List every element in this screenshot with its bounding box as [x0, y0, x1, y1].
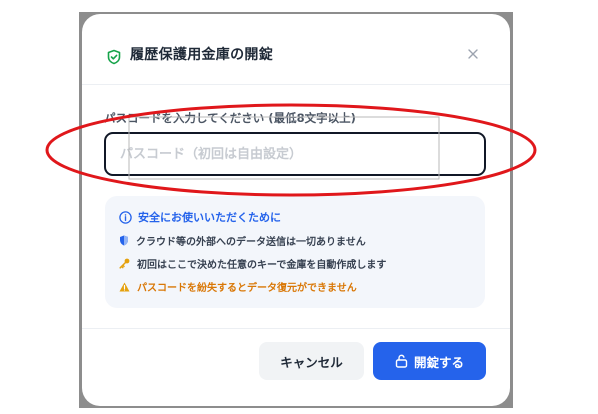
info-item-warning: パスコードを紛失するとデータ復元ができません	[119, 279, 357, 294]
info-item-text: パスコードを紛失するとデータ復元ができません	[137, 283, 357, 294]
passcode-input[interactable]	[104, 132, 486, 176]
info-heading: 安全にお使いいただくために	[119, 209, 281, 225]
key-icon	[119, 258, 130, 269]
dialog-header: 履歴保護用金庫の開錠	[82, 14, 510, 85]
shield-check-icon	[107, 49, 121, 65]
info-item-auto-create: 初回はここで決めた任意のキーで金庫を自動作成します	[119, 256, 386, 271]
info-heading-text: 安全にお使いいただくために	[138, 211, 281, 224]
unlock-dialog: 履歴保護用金庫の開錠 パスコードを入力してください (最低8文字以上) 安全にお…	[82, 14, 510, 406]
shield-half-icon	[120, 235, 128, 246]
unlock-button[interactable]: 開錠する	[373, 342, 486, 380]
warning-icon	[119, 282, 130, 291]
dialog-title: 履歴保護用金庫の開錠	[130, 47, 273, 63]
cancel-button[interactable]: キャンセル	[259, 342, 364, 380]
info-item-text: 初回はここで決めた任意のキーで金庫を自動作成します	[137, 260, 387, 271]
security-info-box: 安全にお使いいただくために クラウド等の外部へのデータ送信は一切ありません 初回…	[105, 196, 485, 308]
cancel-button-label: キャンセル	[280, 354, 343, 370]
unlock-button-label: 開錠する	[413, 354, 464, 370]
info-item-text: クラウド等の外部へのデータ送信は一切ありません	[136, 237, 366, 248]
info-icon	[119, 210, 132, 224]
unlock-icon	[395, 354, 408, 368]
passcode-label: パスコードを入力してください (最低8文字以上)	[104, 111, 356, 125]
close-icon[interactable]	[466, 47, 480, 61]
info-item-no-upload: クラウド等の外部へのデータ送信は一切ありません	[119, 233, 366, 248]
